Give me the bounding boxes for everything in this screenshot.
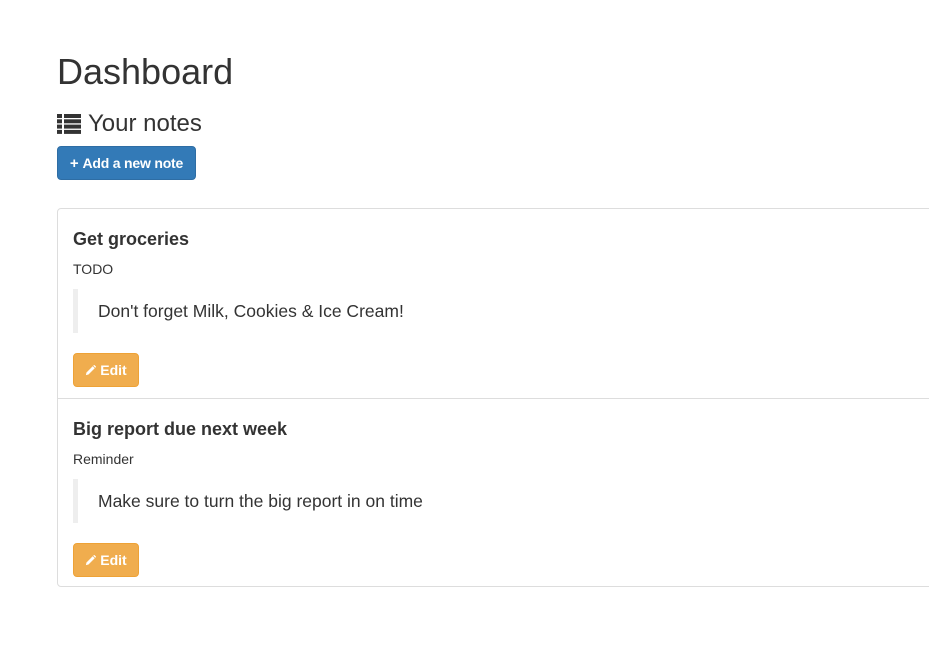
- section-title-label: Your notes: [88, 110, 202, 137]
- note-item: Big report due next week Reminder Make s…: [58, 398, 929, 587]
- note-tag: Reminder: [73, 451, 134, 467]
- note-item: Get groceries TODO Don't forget Milk, Co…: [58, 209, 929, 398]
- section-title: Your notes: [57, 109, 202, 139]
- note-title: Get groceries: [73, 229, 190, 249]
- note-body: Don't forget Milk, Cookies & Ice Cream!: [73, 289, 853, 333]
- dashboard-page: Dashboard Your notes + Add a new note Ge…: [0, 0, 929, 671]
- pencil-icon: [86, 364, 97, 375]
- edit-label: Edit: [100, 552, 127, 568]
- plus-icon: +: [69, 154, 79, 172]
- edit-label: Edit: [100, 362, 127, 378]
- edit-button[interactable]: Edit: [73, 353, 139, 387]
- edit-button[interactable]: Edit: [73, 543, 139, 577]
- pencil-icon: [86, 554, 97, 565]
- list-icon: [57, 114, 81, 134]
- notes-list: Get groceries TODO Don't forget Milk, Co…: [57, 208, 929, 587]
- add-note-label: Add a new note: [82, 155, 184, 171]
- page-title: Dashboard: [57, 51, 234, 92]
- note-title: Big report due next week: [73, 419, 288, 439]
- add-note-button[interactable]: + Add a new note: [57, 146, 196, 180]
- note-tag: TODO: [73, 261, 114, 277]
- note-body: Make sure to turn the big report in on t…: [73, 479, 853, 523]
